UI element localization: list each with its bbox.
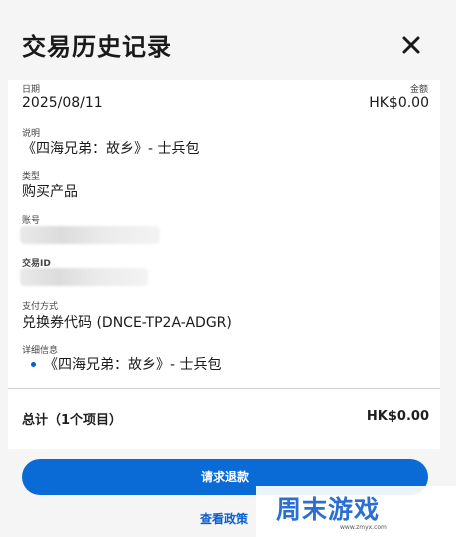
transaction-id-redacted xyxy=(20,268,148,286)
watermark-text: 周末游戏 xyxy=(276,495,381,524)
watermark: 周末游戏 www.zmyx.com xyxy=(256,486,456,537)
account-value-redacted xyxy=(20,226,160,244)
close-icon xyxy=(402,36,420,54)
total-label: 总计（1个项目） xyxy=(22,413,123,428)
page-title: 交易历史记录 xyxy=(22,33,172,61)
close-button[interactable] xyxy=(400,34,422,56)
view-policy-link[interactable]: 查看政策 xyxy=(200,510,248,527)
list-bullet xyxy=(31,362,36,367)
date-label: 日期 xyxy=(22,85,41,95)
watermark-url: www.zmyx.com xyxy=(340,524,387,531)
amount-value: HK$0.00 xyxy=(369,95,429,111)
payment-method-value: 兑换券代码 (DNCE-TP2A-ADGR) xyxy=(22,315,232,331)
details-item: 《四海兄弟：故乡》- 士兵包 xyxy=(44,357,222,373)
payment-method-label: 支付方式 xyxy=(22,302,59,312)
total-value: HK$0.00 xyxy=(366,409,429,424)
type-value: 购买产品 xyxy=(22,184,78,200)
date-value: 2025/08/11 xyxy=(22,95,103,111)
transaction-details: 日期 2025/08/11 金额 HK$0.00 说明 《四海兄弟：故乡》- 士… xyxy=(8,80,440,390)
account-label: 账号 xyxy=(22,216,41,226)
total-row: 总计（1个项目） HK$0.00 xyxy=(8,389,440,449)
amount-label: 金额 xyxy=(409,85,428,95)
description-value: 《四海兄弟：故乡》- 士兵包 xyxy=(22,141,200,157)
dialog-header: 交易历史记录 xyxy=(0,0,456,80)
